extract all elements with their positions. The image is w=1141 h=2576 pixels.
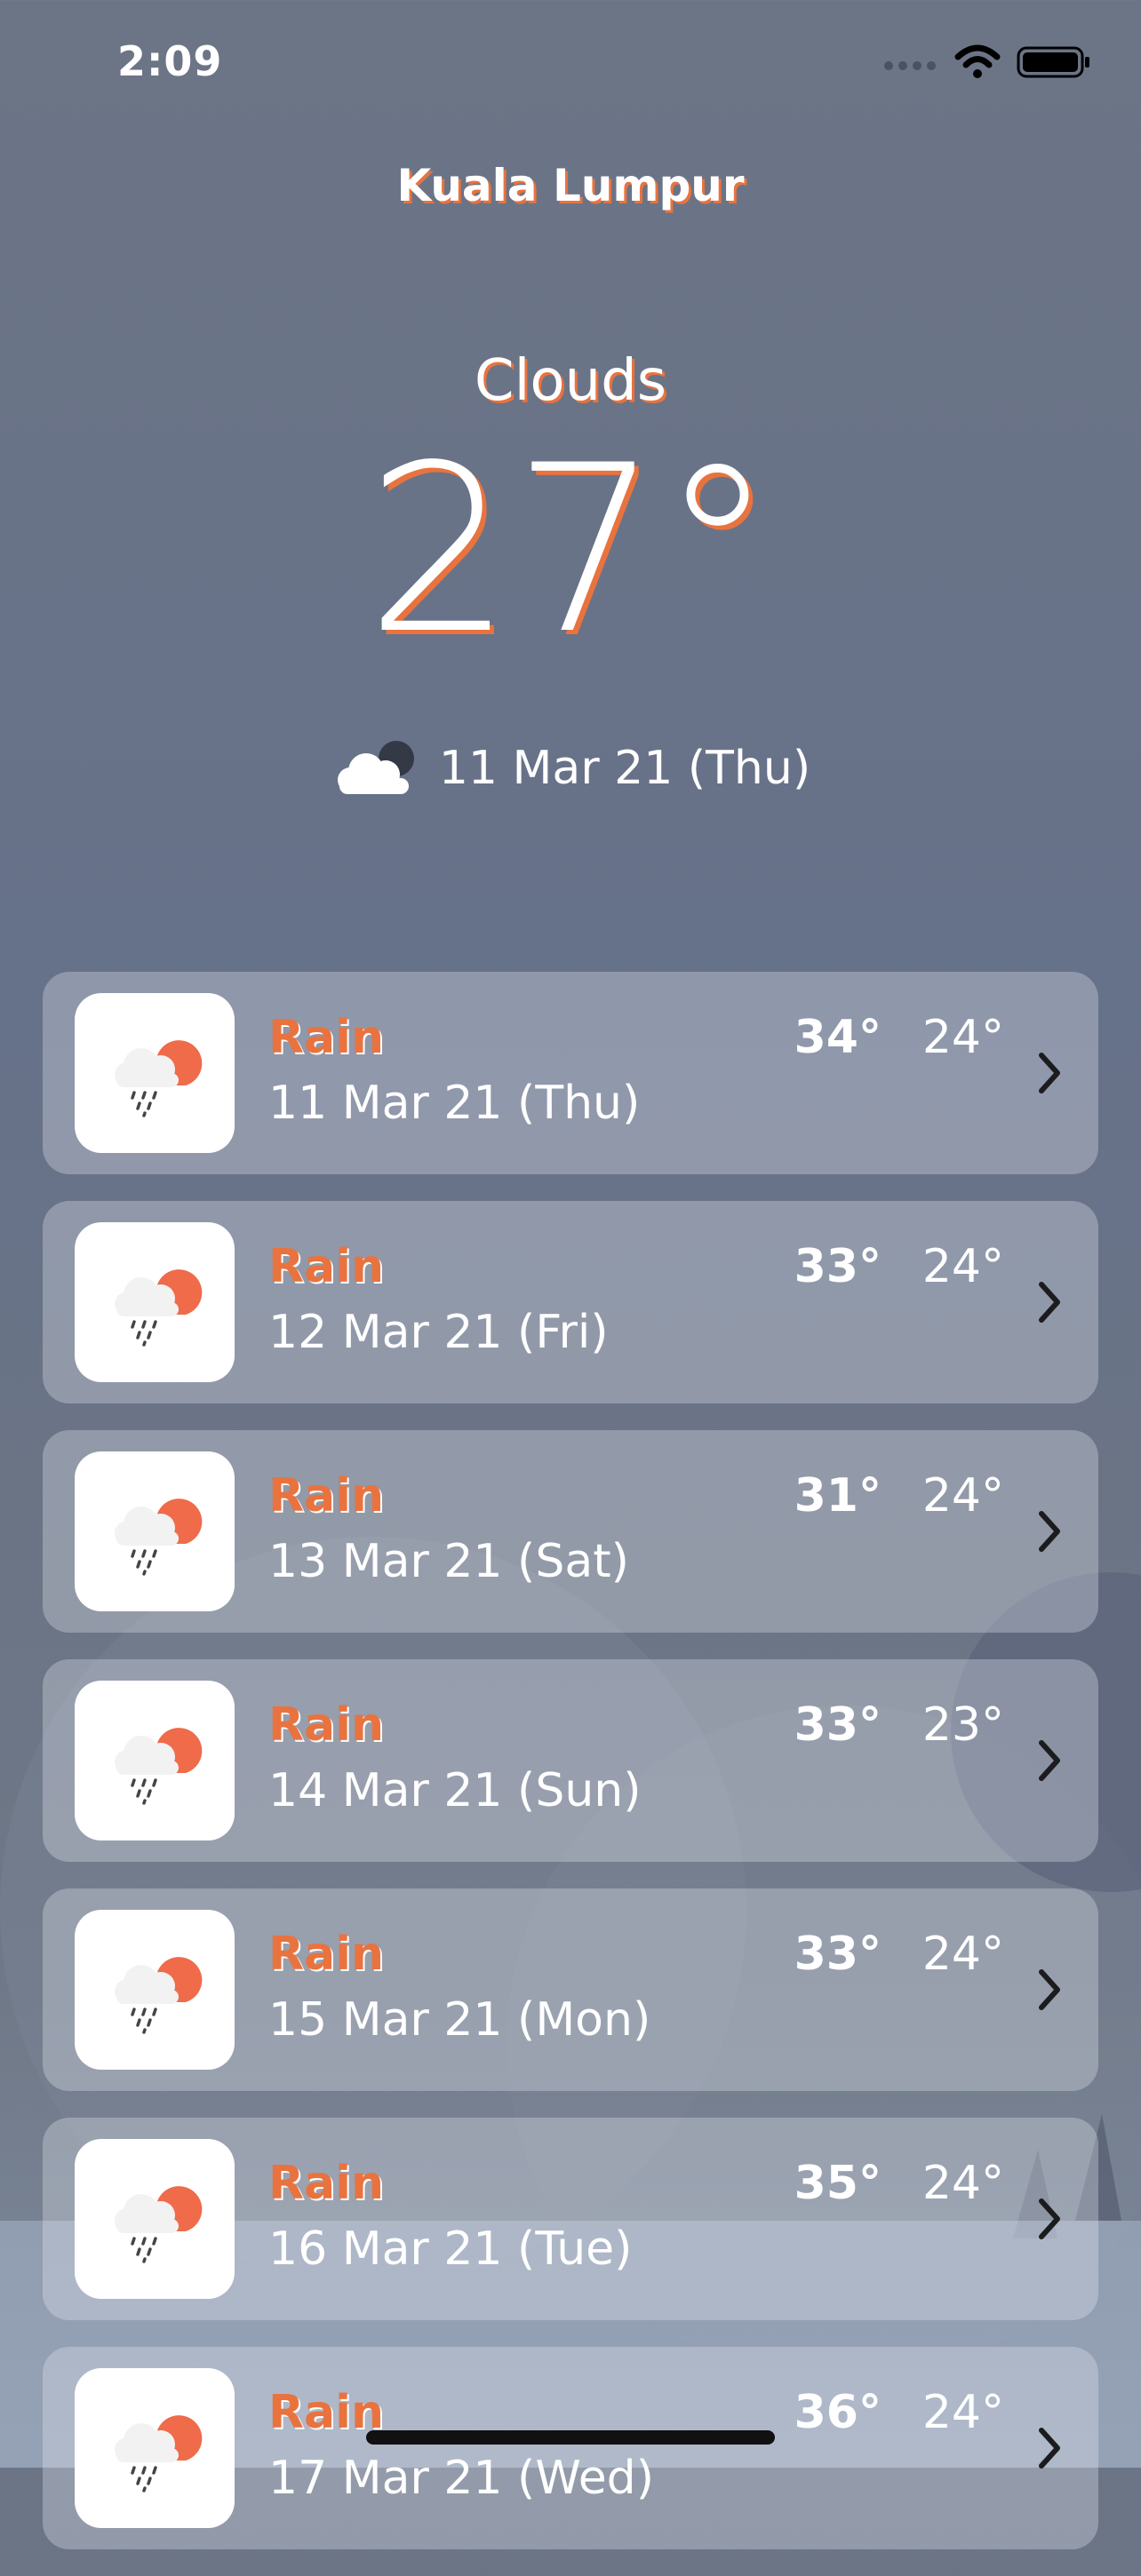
forecast-low-temp: 23° (922, 1698, 1004, 1752)
current-date: 11 Mar 21 (Thu) (438, 742, 811, 795)
weather-icon-tile (75, 1681, 235, 1841)
forecast-high-temp: 35° (794, 2157, 882, 2210)
weather-icon-tile (75, 2368, 235, 2528)
forecast-high-temp: 31° (794, 1469, 882, 1523)
forecast-high-temp: 34° (794, 1011, 882, 1064)
signal-icon (884, 61, 936, 70)
current-date-row: 11 Mar 21 (Thu) (0, 737, 1141, 799)
city-name: Kuala Lumpur (396, 160, 745, 211)
rain-sun-icon (115, 1499, 203, 1576)
forecast-high-temp: 33° (794, 1240, 882, 1293)
forecast-condition: Rain (268, 2157, 384, 2210)
rain-sun-icon (115, 1040, 203, 1117)
chevron-right-icon (1039, 1969, 1060, 2010)
weather-icon-tile (75, 1451, 235, 1611)
weather-icon-tile (75, 993, 235, 1153)
forecast-condition: Rain (268, 1469, 384, 1523)
rain-sun-icon (115, 1269, 203, 1347)
forecast-card[interactable]: Rain 15 Mar 21 (Mon) 33° 24° (43, 1888, 1098, 2091)
status-icons (883, 44, 1091, 80)
cloud-night-icon (337, 741, 414, 794)
forecast-card[interactable]: Rain 12 Mar 21 (Fri) 33° 24° (43, 1201, 1098, 1403)
forecast-card[interactable]: Rain 11 Mar 21 (Thu) 34° 24° (43, 972, 1098, 1174)
forecast-list: Rain 11 Mar 21 (Thu) 34° 24° Rain 12 Mar (43, 972, 1098, 2576)
forecast-low-temp: 24° (922, 1240, 1004, 1293)
forecast-condition: Rain (268, 2386, 384, 2439)
battery-icon (1017, 46, 1089, 78)
forecast-condition: Rain (268, 1698, 384, 1752)
forecast-card[interactable]: Rain 14 Mar 21 (Sun) 33° 23° (43, 1659, 1098, 1862)
forecast-low-temp: 24° (922, 2386, 1004, 2439)
forecast-condition: Rain (268, 1011, 384, 1064)
forecast-date: 11 Mar 21 (Thu) (268, 1077, 641, 1130)
chevron-right-icon (1039, 1740, 1060, 1781)
forecast-date: 14 Mar 21 (Sun) (268, 1764, 642, 1817)
weather-icon-tile (75, 2139, 235, 2299)
forecast-date: 12 Mar 21 (Fri) (268, 1306, 609, 1359)
chevron-right-icon (1039, 2198, 1060, 2239)
forecast-high-temp: 36° (794, 2386, 882, 2439)
forecast-low-temp: 24° (922, 2157, 1004, 2210)
chevron-right-icon (1039, 1053, 1060, 1093)
forecast-low-temp: 24° (922, 1928, 1004, 1981)
current-condition: Clouds (474, 348, 667, 414)
rain-sun-icon (115, 1957, 203, 2034)
weather-icon-tile (75, 1222, 235, 1382)
forecast-card[interactable]: Rain 16 Mar 21 (Tue) 35° 24° (43, 2118, 1098, 2320)
status-time: 2:09 (117, 37, 223, 85)
forecast-card[interactable]: Rain 13 Mar 21 (Sat) 31° 24° (43, 1430, 1098, 1633)
forecast-high-temp: 33° (794, 1928, 882, 1981)
chevron-right-icon (1039, 1511, 1060, 1552)
rain-sun-icon (115, 2186, 203, 2263)
wifi-icon (954, 44, 1001, 78)
forecast-condition: Rain (268, 1240, 384, 1293)
rain-sun-icon (115, 1728, 203, 1805)
forecast-card[interactable]: Rain 17 Mar 21 (Wed) 36° 24° (43, 2347, 1098, 2549)
forecast-date: 16 Mar 21 (Tue) (268, 2222, 633, 2276)
chevron-right-icon (1039, 1282, 1060, 1323)
forecast-high-temp: 33° (794, 1698, 882, 1752)
current-temperature: 27° (365, 417, 776, 685)
rain-sun-icon (115, 2415, 203, 2493)
chevron-right-icon (1039, 2428, 1060, 2469)
forecast-low-temp: 24° (922, 1469, 1004, 1523)
forecast-date: 17 Mar 21 (Wed) (268, 2452, 654, 2505)
forecast-condition: Rain (268, 1928, 384, 1981)
forecast-date: 15 Mar 21 (Mon) (268, 1993, 651, 2047)
home-indicator (366, 2430, 775, 2445)
weather-icon-tile (75, 1910, 235, 2070)
forecast-date: 13 Mar 21 (Sat) (268, 1535, 629, 1588)
forecast-low-temp: 24° (922, 1011, 1004, 1064)
